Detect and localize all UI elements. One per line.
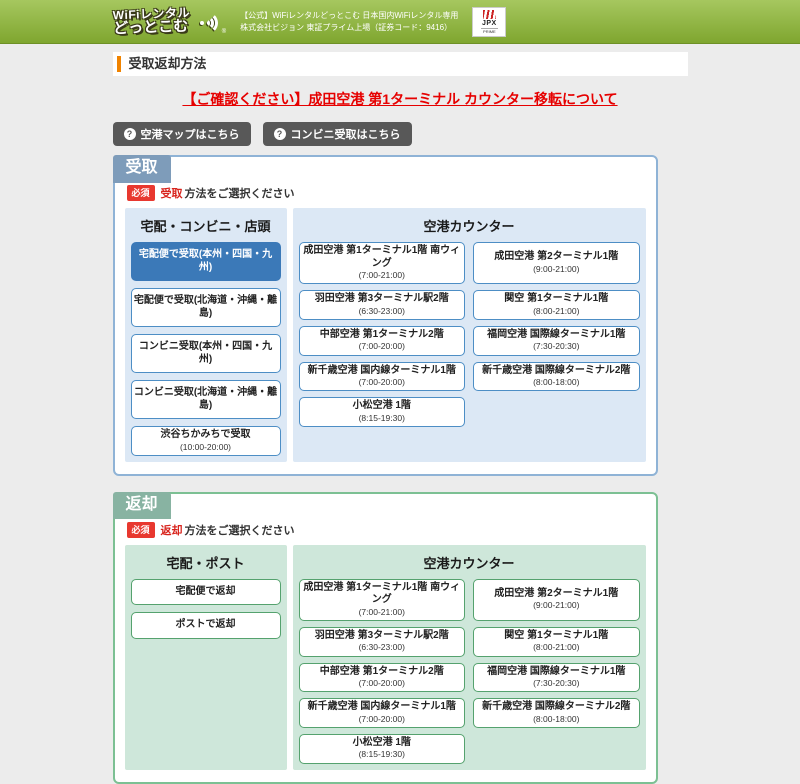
header-inner: WiFiレンタル どっとこむ ® 【公式】WiFiレンタルどっとこむ 日本国内W…: [113, 0, 688, 43]
pickup-tab: 受取: [113, 155, 171, 183]
return-airport-header: 空港カウンター: [299, 551, 640, 579]
return-airport-panel: 空港カウンター 成田空港 第1ターミナル1階 南ウィング (7:00-21:00…: [293, 545, 646, 770]
question-icon: ?: [274, 128, 286, 140]
main-content: 受取返却方法 【ご確認ください】成田空港 第1ターミナル カウンター移転について…: [113, 52, 688, 784]
pickup-box: 必須 受取 方法をご選択ください 宅配・コンビニ・店頭 宅配便で受取(本州・四国…: [113, 155, 658, 476]
return-airport-haneda-t3[interactable]: 羽田空港 第3ターミナル駅2階 (6:30-23:00): [299, 627, 466, 657]
return-airport-komatsu[interactable]: 小松空港 1階 (8:15-19:30): [299, 734, 466, 764]
pickup-option-konbini-remote[interactable]: コンビニ受取(北海道・沖縄・離島): [131, 380, 281, 419]
pickup-section: 受取 必須 受取 方法をご選択ください 宅配・コンビニ・店頭 宅配便で受取(本州…: [113, 155, 658, 476]
pickup-required-row: 必須 受取 方法をご選択ください: [127, 185, 646, 201]
required-badge: 必須: [127, 522, 155, 538]
question-icon: ?: [124, 128, 136, 140]
pickup-option-shibuya[interactable]: 渋谷ちかみちで受取 (10:00-20:00): [131, 426, 281, 456]
return-section: 返却 必須 返却 方法をご選択ください 宅配・ポスト 宅配便で返却 ポストで返却: [113, 492, 658, 784]
pickup-airport-fukuoka-intl[interactable]: 福岡空港 国際線ターミナル1階 (7:30-20:30): [473, 326, 640, 356]
help-button-row: ? 空港マップはこちら ? コンビニ受取はこちら: [113, 122, 688, 146]
airport-map-button-label: 空港マップはこちら: [141, 126, 240, 142]
return-delivery-header: 宅配・ポスト: [131, 551, 281, 579]
pickup-required-target: 受取: [161, 185, 183, 201]
return-tab: 返却: [113, 492, 171, 520]
pickup-airport-komatsu[interactable]: 小松空港 1階 (8:15-19:30): [299, 397, 466, 427]
pickup-airport-chitose-intl[interactable]: 新千歳空港 国際線ターミナル2階 (8:00-18:00): [473, 362, 640, 392]
return-columns: 宅配・ポスト 宅配便で返却 ポストで返却 空港カウンター 成田空: [125, 545, 646, 770]
registered-trademark: ®: [222, 29, 226, 35]
pickup-airport-header: 空港カウンター: [299, 214, 640, 242]
page-title: 受取返却方法: [117, 56, 678, 72]
pickup-option-courier-remote[interactable]: 宅配便で受取(北海道・沖縄・離島): [131, 288, 281, 327]
convenience-pickup-button-label: コンビニ受取はこちら: [291, 126, 401, 142]
pickup-delivery-panel: 宅配・コンビニ・店頭 宅配便で受取(本州・四国・九州) 宅配便で受取(北海道・沖…: [125, 208, 287, 462]
airport-map-button[interactable]: ? 空港マップはこちら: [113, 122, 251, 146]
pickup-delivery-options: 宅配便で受取(本州・四国・九州) 宅配便で受取(北海道・沖縄・離島) コンビニ受…: [131, 242, 281, 456]
logo-line2: どっとこむ: [112, 19, 190, 37]
return-required-row: 必須 返却 方法をご選択ください: [127, 522, 646, 538]
page-title-bar: 受取返却方法: [113, 52, 688, 76]
jpx-bars-icon: [483, 10, 496, 19]
pickup-option-courier-mainland[interactable]: 宅配便で受取(本州・四国・九州): [131, 242, 281, 281]
jpx-prime-badge: JPX PRIME: [472, 7, 506, 37]
jpx-prime-label: PRIME: [481, 28, 498, 34]
pickup-airport-kansai-t1[interactable]: 関空 第1ターミナル1階 (8:00-21:00): [473, 290, 640, 320]
convenience-pickup-button[interactable]: ? コンビニ受取はこちら: [263, 122, 412, 146]
pickup-airport-narita-t1[interactable]: 成田空港 第1ターミナル1階 南ウィング (7:00-21:00): [299, 242, 466, 284]
return-airport-chitose-intl[interactable]: 新千歳空港 国際線ターミナル2階 (8:00-18:00): [473, 698, 640, 728]
return-delivery-panel: 宅配・ポスト 宅配便で返却 ポストで返却: [125, 545, 287, 770]
pickup-airport-chubu-t1[interactable]: 中部空港 第1ターミナル2階 (7:00-20:00): [299, 326, 466, 356]
return-required-text: 方法をご選択ください: [185, 522, 295, 538]
return-airport-fukuoka-intl[interactable]: 福岡空港 国際線ターミナル1階 (7:30-20:30): [473, 663, 640, 693]
return-airport-narita-t2[interactable]: 成田空港 第2ターミナル1階 (9:00-21:00): [473, 579, 640, 621]
return-option-post[interactable]: ポストで返却: [131, 612, 281, 639]
return-required-target: 返却: [161, 522, 183, 538]
pickup-airport-narita-t2[interactable]: 成田空港 第2ターミナル1階 (9:00-21:00): [473, 242, 640, 284]
pickup-option-konbini-mainland[interactable]: コンビニ受取(本州・四国・九州): [131, 334, 281, 373]
jpx-label: JPX: [482, 20, 497, 27]
return-airport-narita-t1[interactable]: 成田空港 第1ターミナル1階 南ウィング (7:00-21:00): [299, 579, 466, 621]
pickup-delivery-header: 宅配・コンビニ・店頭: [131, 214, 281, 242]
pickup-airport-haneda-t3[interactable]: 羽田空港 第3ターミナル駅2階 (6:30-23:00): [299, 290, 466, 320]
return-airport-options: 成田空港 第1ターミナル1階 南ウィング (7:00-21:00) 成田空港 第…: [299, 579, 640, 764]
pickup-columns: 宅配・コンビニ・店頭 宅配便で受取(本州・四国・九州) 宅配便で受取(北海道・沖…: [125, 208, 646, 462]
header-desc-line1: 【公式】WiFiレンタルどっとこむ 日本国内WiFiレンタル専用: [240, 10, 458, 22]
return-box: 必須 返却 方法をご選択ください 宅配・ポスト 宅配便で返却 ポストで返却: [113, 492, 658, 784]
return-option-courier[interactable]: 宅配便で返却: [131, 579, 281, 606]
return-airport-chubu-t1[interactable]: 中部空港 第1ターミナル2階 (7:00-20:00): [299, 663, 466, 693]
wifi-signal-icon: [194, 11, 218, 35]
return-delivery-options: 宅配便で返却 ポストで返却: [131, 579, 281, 639]
required-badge: 必須: [127, 185, 155, 201]
site-logo[interactable]: WiFiレンタル どっとこむ ®: [113, 8, 227, 35]
notice-link[interactable]: 【ご確認ください】成田空港 第1ターミナル カウンター移転について: [113, 89, 688, 109]
pickup-airport-options: 成田空港 第1ターミナル1階 南ウィング (7:00-21:00) 成田空港 第…: [299, 242, 640, 427]
site-header: WiFiレンタル どっとこむ ® 【公式】WiFiレンタルどっとこむ 日本国内W…: [0, 0, 800, 44]
pickup-airport-panel: 空港カウンター 成田空港 第1ターミナル1階 南ウィング (7:00-21:00…: [293, 208, 646, 462]
return-airport-kansai-t1[interactable]: 関空 第1ターミナル1階 (8:00-21:00): [473, 627, 640, 657]
site-logo-text: WiFiレンタル どっとこむ: [112, 7, 190, 37]
pickup-airport-chitose-domestic[interactable]: 新千歳空港 国内線ターミナル1階 (7:00-20:00): [299, 362, 466, 392]
header-desc-line2: 株式会社ビジョン 東証プライム上場（証券コード：9416）: [240, 22, 458, 34]
header-description: 【公式】WiFiレンタルどっとこむ 日本国内WiFiレンタル専用 株式会社ビジョ…: [240, 10, 458, 34]
return-airport-chitose-domestic[interactable]: 新千歳空港 国内線ターミナル1階 (7:00-20:00): [299, 698, 466, 728]
pickup-required-text: 方法をご選択ください: [185, 185, 295, 201]
